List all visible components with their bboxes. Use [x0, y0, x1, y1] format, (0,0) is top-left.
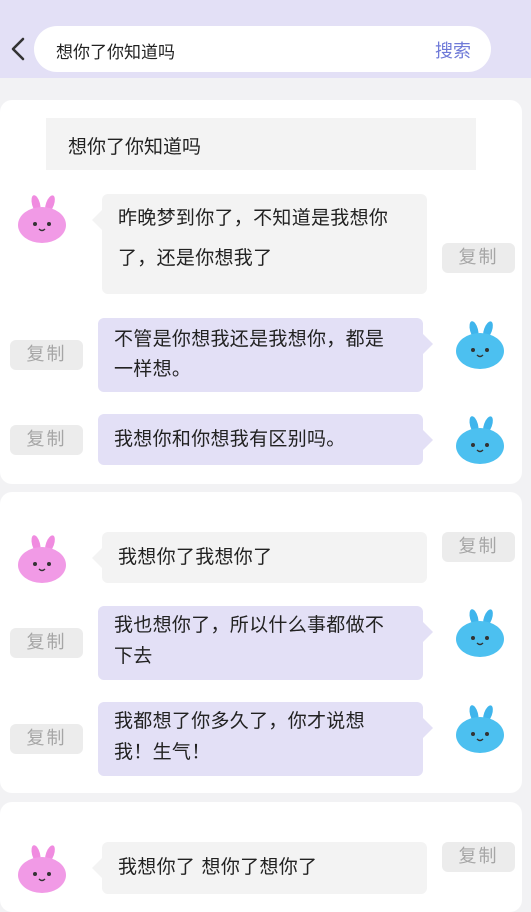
pink-bunny-avatar	[18, 195, 66, 243]
message-line: 我都想了你多久了，你才说想	[114, 710, 365, 732]
chat-bubble-right: 不管是你想我还是我想你，都是 一样想。	[98, 318, 433, 392]
chat-bubble-left: 我想你了我想你了	[92, 532, 427, 583]
chat-bubble-right: 我也想你了，所以什么事都做不 下去	[98, 606, 433, 680]
copy-button[interactable]: 复制	[442, 532, 515, 562]
copy-button[interactable]: 复制	[10, 425, 83, 455]
blue-bunny-avatar	[456, 416, 504, 464]
copy-button[interactable]: 复制	[10, 340, 83, 370]
chevron-left-icon[interactable]	[8, 36, 30, 62]
blue-bunny-avatar	[456, 321, 504, 369]
blue-bunny-avatar	[456, 609, 504, 657]
chat-bubble-right: 我都想了你多久了，你才说想 我！生气！	[98, 702, 433, 776]
message-line: 昨晚梦到你了，不知道是我想你	[118, 207, 389, 229]
copy-button[interactable]: 复制	[442, 243, 515, 273]
message-line: 不管是你想我还是我想你，都是	[114, 328, 385, 350]
copy-button[interactable]: 复制	[442, 842, 515, 872]
message-line: 我也想你了，所以什么事都做不	[114, 614, 385, 636]
chat-bubble-right: 我想你和你想我有区别吗。	[98, 414, 433, 465]
pink-bunny-avatar	[18, 535, 66, 583]
message-line: 下去	[114, 645, 153, 667]
message-line: 我想你和你想我有区别吗。	[114, 428, 346, 450]
search-input[interactable]: 想你了你知道吗 搜索	[34, 26, 491, 72]
chat-bubble-left: 我想你了 想你了想你了	[92, 842, 427, 894]
chat-bubble-left: 昨晚梦到你了，不知道是我想你 了，还是你想我了	[92, 194, 427, 294]
result-card: 我想你了 想你了想你了 复制	[0, 802, 522, 912]
top-bar: 想你了你知道吗 搜索	[0, 0, 531, 78]
pink-bunny-avatar	[18, 845, 66, 893]
message-line: 一样想。	[114, 358, 192, 380]
copy-button[interactable]: 复制	[10, 724, 83, 754]
question-text: 想你了你知道吗	[68, 136, 202, 158]
result-card: 我想你了我想你了 复制 复制 我也想你了，所以什么事都做不 下去 复制 我都想了…	[0, 492, 522, 793]
message-line: 我想你了 想你了想你了	[118, 856, 318, 878]
message-line: 我想你了我想你了	[118, 546, 273, 568]
message-line: 了，还是你想我了	[118, 247, 273, 269]
result-card: 想你了你知道吗 昨晚梦到你了，不知道是我想你 了，还是你想我了 复制 复制 不管…	[0, 100, 522, 484]
question-quote: 想你了你知道吗	[46, 118, 476, 170]
search-button[interactable]: 搜索	[435, 37, 471, 63]
copy-button[interactable]: 复制	[10, 628, 83, 658]
blue-bunny-avatar	[456, 705, 504, 753]
search-input-value: 想你了你知道吗	[56, 43, 175, 63]
message-line: 我！生气！	[114, 741, 211, 763]
